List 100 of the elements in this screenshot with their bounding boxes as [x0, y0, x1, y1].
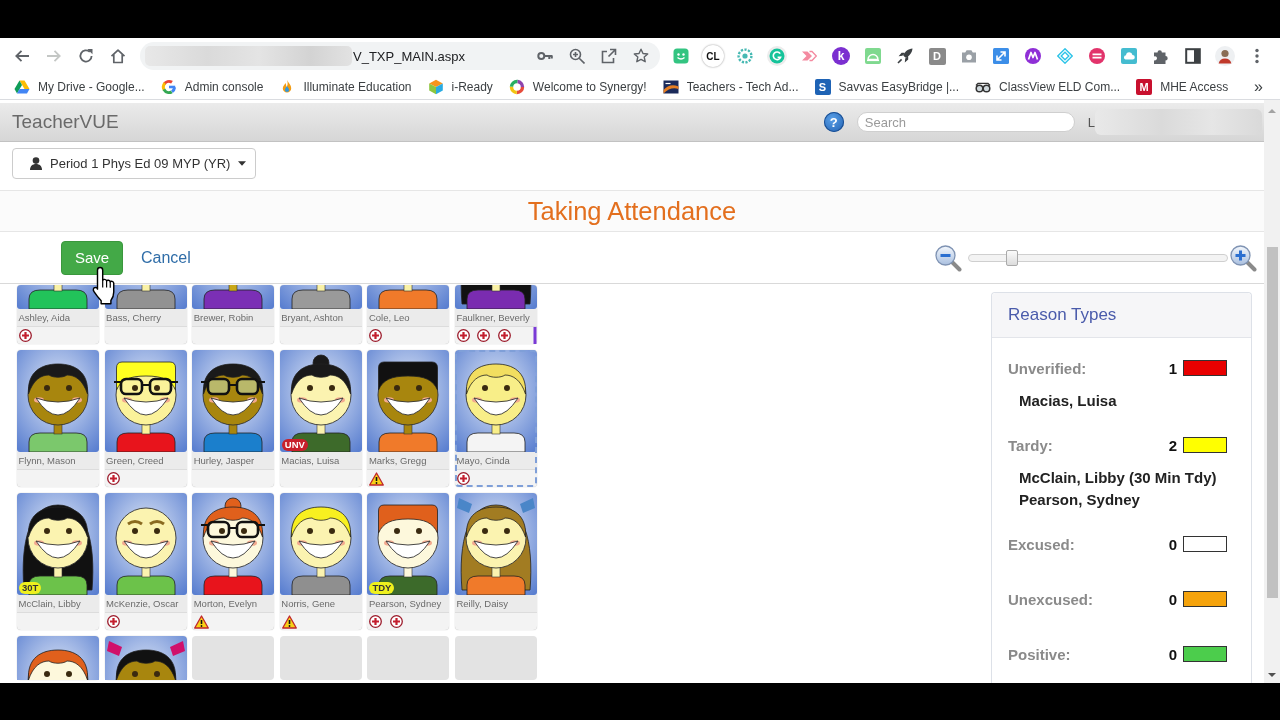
share-icon[interactable]: [601, 48, 617, 64]
bookmark-link[interactable]: Welcome to Synergy!: [500, 74, 655, 99]
zoom-in-icon[interactable]: [569, 48, 585, 64]
save-button[interactable]: Save: [61, 240, 123, 275]
student-card[interactable]: Ashley, Aida: [17, 285, 99, 344]
scroll-down-icon[interactable]: [1268, 673, 1276, 677]
zoom-in-icon[interactable]: [1229, 243, 1257, 272]
class-dropdown[interactable]: Period 1 Phys Ed 09 MYP (YR): [12, 148, 257, 179]
student-name: McKenzie, Oscar: [106, 598, 179, 609]
bookmark-link[interactable]: My Drive - Google...: [6, 74, 153, 99]
reason-label: Excused:: [1008, 535, 1075, 553]
camera-icon[interactable]: [961, 49, 977, 63]
bookmark-link[interactable]: Teachers - Tech Ad...: [654, 74, 807, 99]
student-card[interactable]: Bass, Cherry: [104, 285, 187, 344]
student-name: Flynn, Mason: [18, 455, 76, 466]
student-card[interactable]: Green, Creed: [104, 350, 187, 487]
letter-logo: M: [1136, 78, 1153, 95]
reason-student-name: Pearson, Sydney: [1019, 490, 1140, 510]
plus-circle-icon: [369, 329, 383, 342]
student-card[interactable]: Faulkner, Beverly: [454, 285, 537, 344]
student-card[interactable]: Mayo, Cinda: [454, 350, 537, 487]
warning-icon: [281, 614, 297, 629]
reason-student-name: McClain, Libby (30 Min Tdy): [1019, 468, 1217, 488]
student-card[interactable]: Norris, Gene: [279, 493, 362, 630]
emblem-icon: [662, 78, 679, 95]
warning-icon: [194, 614, 210, 629]
reason-count: 0: [1168, 535, 1177, 553]
student-card[interactable]: Cole, Leo: [367, 285, 450, 344]
expand-arrows-icon[interactable]: [993, 48, 1009, 64]
letter-logo: S: [814, 78, 831, 95]
more-menu-icon[interactable]: [1255, 48, 1259, 64]
app-title: TeacherVUE: [12, 111, 119, 133]
student-card[interactable]: [17, 636, 99, 680]
zoom-out-icon[interactable]: [934, 243, 962, 272]
student-card[interactable]: McKenzie, Oscar: [104, 493, 187, 630]
student-card[interactable]: Marks, Gregg: [367, 350, 450, 487]
plus-circle-icon: [106, 472, 120, 485]
extension-button[interactable]: CL: [702, 45, 724, 67]
cancel-link[interactable]: Cancel: [141, 248, 191, 267]
puzzle-icon[interactable]: [1153, 48, 1169, 64]
extension-button[interactable]: D: [928, 47, 946, 65]
home-icon[interactable]: [110, 48, 126, 64]
student-name: Mayo, Cinda: [456, 455, 510, 466]
student-name: Cole, Leo: [368, 312, 410, 323]
arc-logo-icon: [160, 78, 177, 95]
address-bar[interactable]: V_TXP_MAIN.aspx: [140, 42, 660, 70]
student-card[interactable]: Morton, Evelyn: [192, 493, 275, 630]
status-tag: 30T: [19, 582, 42, 594]
student-name: Bass, Cherry: [106, 312, 161, 323]
reason-count: 0: [1168, 590, 1177, 608]
bookmarks-overflow[interactable]: »: [1254, 77, 1263, 96]
student-card[interactable]: Flynn, Mason: [17, 350, 99, 487]
warning-icon: [369, 471, 385, 486]
plus-circle-icon: [106, 615, 120, 628]
student-name: Faulkner, Beverly: [456, 312, 530, 323]
reason-label: Unexcused:: [1008, 590, 1094, 608]
back-arrow-icon[interactable]: [14, 48, 30, 64]
bookmark-link[interactable]: Illuminate Education: [271, 74, 420, 99]
student-name: McClain, Libby: [18, 598, 81, 609]
search-field[interactable]: Search: [856, 112, 1075, 132]
student-card[interactable]: Brewer, Robin: [192, 285, 275, 344]
caret-icon: [238, 161, 247, 166]
student-card[interactable]: 30T McClain, Libby: [17, 493, 99, 630]
bookmark-link[interactable]: M MHE Access: [1128, 74, 1237, 99]
rocket-icon[interactable]: [897, 48, 913, 64]
side-panel-icon[interactable]: [1185, 48, 1201, 64]
student-card[interactable]: Reilly, Daisy: [454, 493, 537, 630]
student-name: Morton, Evelyn: [193, 598, 258, 609]
bookmark-link[interactable]: S Savvas EasyBridge |...: [806, 74, 968, 99]
student-card[interactable]: [104, 636, 187, 680]
help-button[interactable]: ?: [823, 112, 844, 132]
zigzag-circle-icon[interactable]: [1025, 48, 1041, 64]
plus-circle-icon: [477, 329, 491, 342]
student-name: Reilly, Daisy: [456, 598, 509, 609]
user-label: L: [1087, 114, 1095, 130]
reason-label: Unverified:: [1008, 359, 1087, 377]
striped-circle-icon[interactable]: [1089, 48, 1105, 64]
student-card[interactable]: Bryant, Ashton: [279, 285, 362, 344]
bookmark-link[interactable]: Admin console: [152, 74, 272, 99]
slider-handle[interactable]: [1006, 249, 1019, 266]
reason-label: Positive:: [1008, 645, 1071, 663]
student-name: Macias, Luisa: [281, 455, 340, 466]
plus-circle-icon: [19, 329, 32, 342]
scrollbar-thumb[interactable]: [1266, 247, 1278, 598]
ring-logo-icon: [508, 78, 525, 95]
zoom-slider[interactable]: [968, 249, 1228, 266]
bookmark-link[interactable]: ClassView ELD Com...: [967, 74, 1129, 99]
student-name: Pearson, Sydney: [368, 598, 442, 609]
reason-count: 0: [1168, 645, 1177, 663]
plus-circle-icon: [456, 329, 470, 342]
extension-button[interactable]: k: [832, 47, 850, 65]
student-card[interactable]: Hurley, Jasper: [192, 350, 275, 487]
marker-bar-icon: [532, 327, 537, 344]
star-icon[interactable]: [633, 48, 649, 64]
profile-avatar-icon[interactable]: [1215, 46, 1235, 66]
reload-icon[interactable]: [78, 48, 94, 64]
status-tag: UNV: [281, 439, 308, 451]
bookmark-link[interactable]: i-Ready: [419, 74, 501, 99]
student-card[interactable]: TDY Pearson, Sydney: [367, 493, 450, 630]
student-card[interactable]: UNV Macias, Luisa: [279, 350, 362, 487]
